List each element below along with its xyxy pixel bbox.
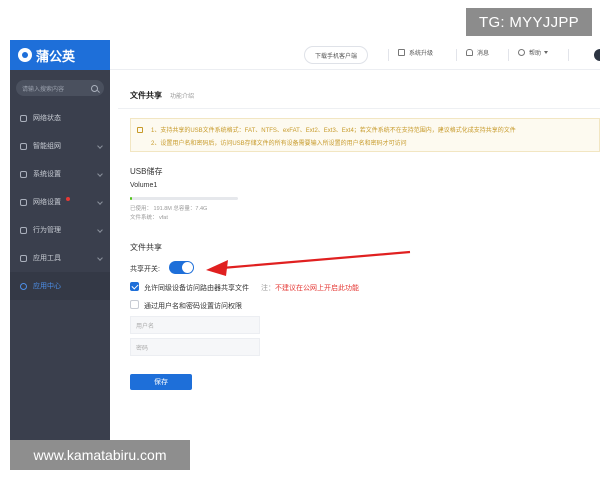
watermark-overlay: www.kamatabiru.com	[10, 440, 190, 470]
tg-badge-overlay: TG: MYYJJPP	[466, 8, 592, 36]
annotation-arrow	[206, 250, 411, 276]
screenshot-stage: 蒲公英 请输入搜索内容 网络状态 智能组网 系统设置 网络设置 行为管理 应用工…	[0, 0, 600, 480]
arrow-shaft	[221, 250, 411, 270]
arrow-head	[206, 260, 228, 276]
